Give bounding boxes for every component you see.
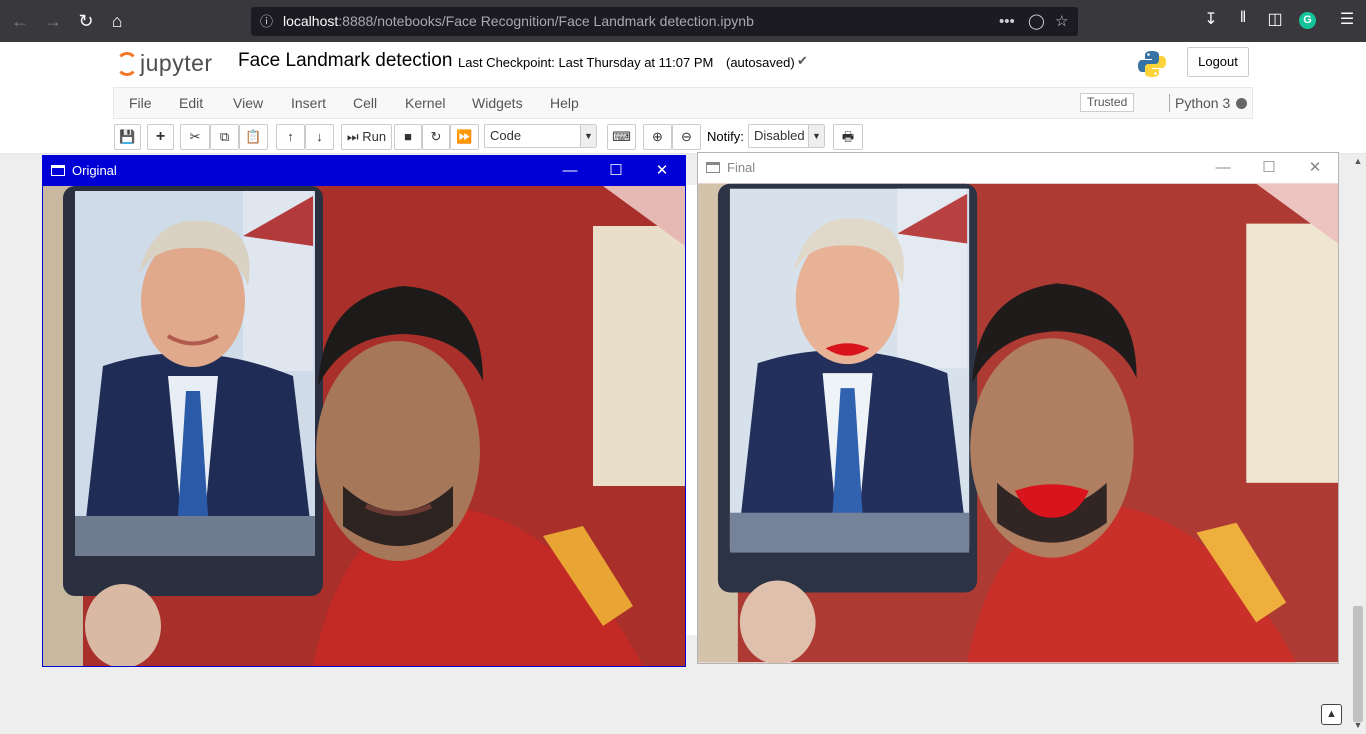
stop-icon[interactable]: ■ (394, 124, 422, 150)
original-window-title: Original (72, 163, 117, 178)
notebook-menubar: File Edit View Insert Cell Kernel Widget… (113, 87, 1253, 119)
save-icon[interactable]: 💾 (114, 124, 141, 150)
run-icon: ⏭ (346, 129, 359, 144)
sidebar-icon[interactable]: ◫ (1264, 9, 1286, 29)
url-bar[interactable]: ⓘ localhost:8888/notebooks/Face Recognit… (251, 7, 1078, 36)
minimize-icon[interactable]: — (1200, 153, 1246, 183)
cut-icon[interactable]: ✂ (180, 124, 210, 150)
library-icon[interactable]: ‖ (1232, 9, 1254, 27)
print-icon[interactable]: 🖶 (833, 124, 863, 150)
run-label: Run (362, 129, 387, 144)
scroll-down-icon[interactable]: ▼ (1350, 720, 1366, 730)
pocket-icon[interactable]: ◯ (1028, 7, 1045, 36)
code-cell-fragment (684, 185, 698, 635)
window-app-icon (706, 162, 720, 173)
copy-icon[interactable]: ⧉ (210, 124, 239, 150)
url-host: localhost (283, 13, 339, 29)
paste-icon[interactable]: 📋 (239, 124, 268, 150)
keyboard-icon[interactable]: ⌨ (607, 124, 636, 150)
notebook-toolbar: 💾 + ✂ ⧉ 📋 ↑ ↓ ⏭ Run ■ ↻ ⏩ Code ▼ ⌨ ⊕ ⊖ N… (113, 123, 1253, 151)
zoom-out-icon[interactable]: ⊖ (672, 124, 701, 150)
reload-icon[interactable]: ↻ (72, 7, 100, 35)
notify-value: Disabled (754, 128, 805, 143)
chevron-down-icon: ▼ (580, 125, 596, 147)
home-icon[interactable]: ⌂ (103, 7, 131, 35)
minimize-icon[interactable]: — (547, 156, 593, 186)
zoom-in-icon[interactable]: ⊕ (643, 124, 672, 150)
final-image-window[interactable]: Final — ☐ ✕ (697, 152, 1339, 664)
window-app-icon (51, 165, 65, 176)
autosave-status: (autosaved) (726, 55, 795, 70)
jupyter-logo-icon (116, 52, 138, 76)
logout-button[interactable]: Logout (1187, 47, 1249, 77)
original-webcam-image (43, 186, 685, 666)
close-icon[interactable]: ✕ (1292, 153, 1338, 183)
jupyter-logo[interactable]: jupyter (116, 48, 226, 78)
original-image-window[interactable]: Original — ☐ ✕ (42, 155, 686, 667)
kernel-name[interactable]: Python 3 (1175, 88, 1230, 118)
move-up-icon[interactable]: ↑ (276, 124, 305, 150)
kernel-separator (1169, 94, 1170, 112)
checkpoint-status: Last Checkpoint: Last Thursday at 11:07 … (458, 55, 714, 70)
hamburger-menu-icon[interactable]: ☰ (1336, 9, 1358, 29)
grammarly-icon[interactable]: G (1299, 12, 1316, 29)
scroll-up-icon[interactable]: ▲ (1350, 156, 1366, 166)
insert-cell-icon[interactable]: + (147, 124, 174, 150)
final-window-titlebar[interactable]: Final — ☐ ✕ (698, 153, 1338, 183)
url-text[interactable]: localhost:8888/notebooks/Face Recognitio… (283, 7, 754, 36)
bookmark-star-icon[interactable]: ☆ (1055, 7, 1068, 36)
scroll-thumb[interactable] (1353, 606, 1363, 722)
close-icon[interactable]: ✕ (639, 156, 685, 186)
page-actions-icon[interactable]: ••• (999, 7, 1015, 36)
python-logo-icon (1138, 51, 1166, 77)
menu-cell[interactable]: Cell (353, 88, 377, 118)
notebook-title[interactable]: Face Landmark detection (238, 50, 452, 72)
jupyter-header: jupyter Face Landmark detection Last Che… (0, 42, 1366, 154)
final-processed-image (698, 183, 1338, 663)
kernel-status-icon (1236, 98, 1247, 109)
restart-icon[interactable]: ↻ (422, 124, 450, 150)
browser-toolbar: ← → ↻ ⌂ ⓘ localhost:8888/notebooks/Face … (0, 0, 1366, 42)
menu-view[interactable]: View (233, 88, 263, 118)
site-info-icon[interactable]: ⓘ (260, 7, 273, 36)
maximize-icon[interactable]: ☐ (1246, 153, 1292, 183)
trusted-indicator[interactable]: Trusted (1080, 93, 1135, 112)
cell-type-select[interactable]: Code ▼ (484, 124, 597, 148)
menu-widgets[interactable]: Widgets (472, 88, 523, 118)
menu-help[interactable]: Help (550, 88, 579, 118)
page-scrollbar[interactable]: ▲ ▼ (1350, 154, 1366, 734)
downloads-icon[interactable]: ↧ (1200, 9, 1222, 29)
menu-file[interactable]: File (129, 88, 152, 118)
final-window-title: Final (727, 160, 756, 175)
menu-edit[interactable]: Edit (179, 88, 203, 118)
original-window-titlebar[interactable]: Original — ☐ ✕ (43, 156, 685, 186)
notify-select[interactable]: Disabled ▼ (748, 124, 825, 148)
menu-kernel[interactable]: Kernel (405, 88, 445, 118)
forward-arrow-icon[interactable]: → (39, 7, 67, 35)
scroll-to-top-icon[interactable]: ▲ (1321, 704, 1342, 725)
chevron-down-icon: ▼ (808, 125, 824, 147)
jupyter-logo-text: jupyter (140, 50, 213, 76)
menu-insert[interactable]: Insert (291, 88, 326, 118)
notify-label: Notify: (707, 129, 744, 144)
back-arrow-icon[interactable]: ← (6, 7, 34, 35)
restart-run-all-icon[interactable]: ⏩ (450, 124, 479, 150)
maximize-icon[interactable]: ☐ (593, 156, 639, 186)
url-path: :8888/notebooks/Face Recognition/Face La… (338, 13, 754, 29)
run-button[interactable]: ⏭ Run (341, 124, 392, 150)
move-down-icon[interactable]: ↓ (305, 124, 334, 150)
checkmark-icon: ✔ (797, 53, 808, 68)
cell-type-value: Code (490, 128, 522, 143)
